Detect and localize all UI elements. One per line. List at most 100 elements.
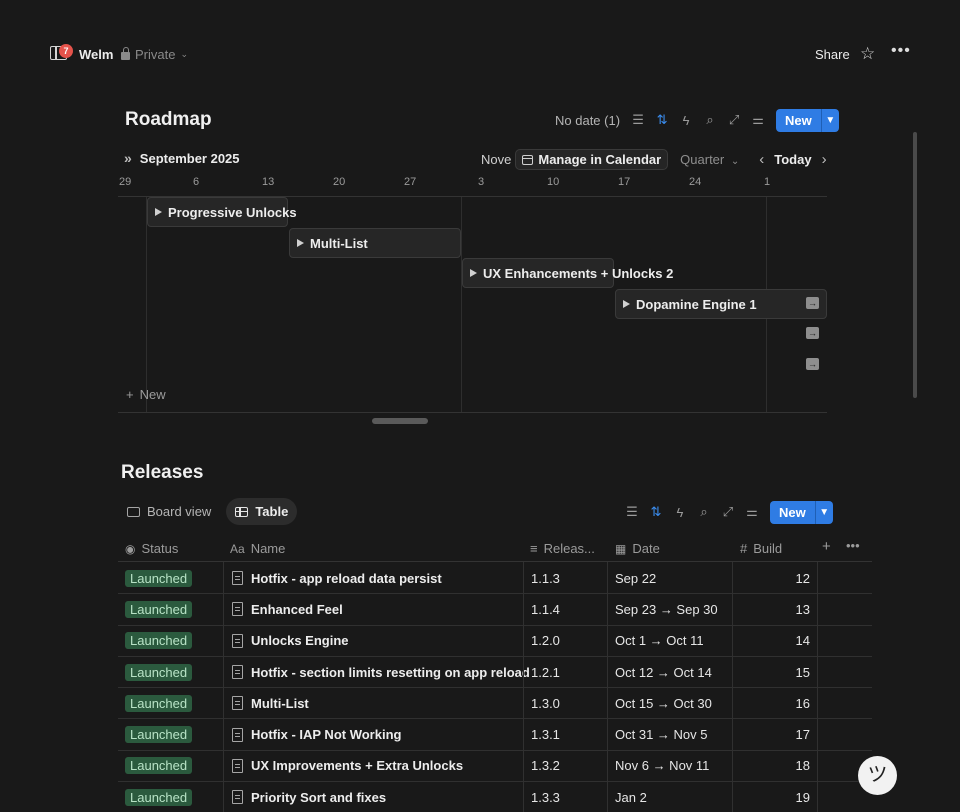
filter-icon[interactable]: ☰ xyxy=(620,500,644,524)
timeline-item-progressive-unlocks[interactable]: Progressive Unlocks xyxy=(147,197,297,227)
status-cell[interactable]: Launched xyxy=(125,626,193,656)
column-header-status[interactable]: ◉ Status xyxy=(125,541,178,556)
page-title[interactable]: Welm xyxy=(79,47,113,62)
timeline-item-multi-list[interactable]: Multi-List xyxy=(289,228,461,258)
date-cell[interactable]: Jan 2 xyxy=(615,782,647,812)
release-cell[interactable]: 1.2.0 xyxy=(531,626,560,656)
horizontal-scrollbar[interactable] xyxy=(372,418,428,424)
table-row[interactable]: Launched Enhanced Feel 1.1.4 Sep 23 → Sep 3… xyxy=(118,594,872,626)
automation-icon[interactable]: ϟ xyxy=(668,500,692,524)
timeline-range-select[interactable]: Quarter ⌄ xyxy=(680,152,739,167)
release-cell[interactable]: 1.3.3 xyxy=(531,782,560,812)
date-cell[interactable]: Oct 12 → Oct 14 xyxy=(615,657,712,687)
expand-icon[interactable]: ⤢ xyxy=(722,108,746,132)
sort-icon[interactable]: ⇅ xyxy=(644,500,668,524)
star-icon[interactable]: ☆ xyxy=(860,44,875,64)
name-cell[interactable]: Unlocks Engine xyxy=(232,626,349,656)
timeline-item-dopamine-engine[interactable]: Dopamine Engine 1 xyxy=(615,289,827,319)
status-cell[interactable]: Launched xyxy=(125,720,193,750)
releases-new-button[interactable]: New ▼ xyxy=(770,500,833,524)
scroll-to-item-arrow-icon[interactable]: → xyxy=(806,297,819,309)
name-cell[interactable]: Hotfix - section limits resetting on app… xyxy=(232,657,530,687)
scroll-to-item-arrow-icon[interactable]: → xyxy=(806,358,819,370)
date-cell[interactable]: Sep 23 → Sep 30 xyxy=(615,594,718,624)
date-cell[interactable]: Oct 31 → Nov 5 xyxy=(615,720,707,750)
status-cell[interactable]: Launched xyxy=(125,751,193,781)
share-button[interactable]: Share xyxy=(815,47,850,62)
collapse-double-chevron-icon[interactable]: » xyxy=(124,150,132,166)
status-cell[interactable]: Launched xyxy=(125,563,193,593)
status-cell[interactable]: Launched xyxy=(125,688,193,718)
tab-table[interactable]: Table xyxy=(226,498,298,525)
table-row[interactable]: Launched Hotfix - app reload data persist… xyxy=(118,563,872,595)
tab-board-view[interactable]: Board view xyxy=(118,498,220,525)
release-cell[interactable]: 1.3.1 xyxy=(531,720,560,750)
build-cell[interactable]: 19 xyxy=(738,782,810,812)
table-row[interactable]: Launched Priority Sort and fixes 1.3.3 Jan … xyxy=(118,782,872,812)
column-more-options-icon[interactable]: ••• xyxy=(846,538,860,553)
name-cell[interactable]: Hotfix - app reload data persist xyxy=(232,563,442,593)
filter-icon[interactable]: ☰ xyxy=(626,108,650,132)
column-header-date[interactable]: ▦ Date xyxy=(615,541,660,556)
chevron-left-icon[interactable]: ‹ xyxy=(759,151,764,168)
expand-icon[interactable]: ⤢ xyxy=(716,500,740,524)
vertical-scrollbar[interactable] xyxy=(913,132,917,398)
name-cell[interactable]: Multi-List xyxy=(232,688,309,718)
timeline-add-new-button[interactable]: + New xyxy=(126,387,166,402)
name-cell[interactable]: UX Improvements + Extra Unlocks xyxy=(232,751,463,781)
build-cell[interactable]: 14 xyxy=(738,626,810,656)
release-cell[interactable]: 1.1.3 xyxy=(531,563,560,593)
expand-triangle-icon[interactable] xyxy=(155,208,162,216)
release-cell[interactable]: 1.2.1 xyxy=(531,657,560,687)
build-cell[interactable]: 16 xyxy=(738,688,810,718)
table-row[interactable]: Launched Unlocks Engine 1.2.0 Oct 1 → Oct 1… xyxy=(118,626,872,657)
date-cell[interactable]: Oct 15 → Oct 30 xyxy=(615,688,712,718)
sort-icon[interactable]: ⇅ xyxy=(650,108,674,132)
status-cell[interactable]: Launched xyxy=(125,657,193,687)
today-button[interactable]: Today xyxy=(774,152,811,167)
table-row[interactable]: Launched UX Improvements + Extra Unlocks 1… xyxy=(118,751,872,783)
build-cell[interactable]: 17 xyxy=(738,720,810,750)
ai-assistant-button[interactable]: ツ xyxy=(858,756,897,795)
expand-triangle-icon[interactable] xyxy=(623,300,630,308)
date-cell[interactable]: Nov 6 → Nov 11 xyxy=(615,751,709,781)
release-cell[interactable]: 1.1.4 xyxy=(531,594,560,624)
scroll-to-item-arrow-icon[interactable]: → xyxy=(806,327,819,339)
column-header-release[interactable]: ≡ Releas... xyxy=(530,541,595,556)
status-cell[interactable]: Launched xyxy=(125,782,193,812)
date-cell[interactable]: Oct 1 → Oct 11 xyxy=(615,626,704,656)
release-cell[interactable]: 1.3.0 xyxy=(531,688,560,718)
build-cell[interactable]: 13 xyxy=(738,594,810,624)
column-header-name[interactable]: Aa Name xyxy=(230,541,285,556)
settings-sliders-icon[interactable]: ⚌ xyxy=(746,108,770,132)
settings-sliders-icon[interactable]: ⚌ xyxy=(740,500,764,524)
add-column-plus-icon[interactable]: + xyxy=(822,538,831,555)
name-cell[interactable]: Enhanced Feel xyxy=(232,594,343,624)
status-cell[interactable]: Launched xyxy=(125,594,193,624)
manage-in-calendar-button[interactable]: Manage in Calendar xyxy=(515,149,669,170)
build-cell[interactable]: 18 xyxy=(738,751,810,781)
roadmap-new-button[interactable]: New ▼ xyxy=(776,108,839,132)
build-cell[interactable]: 15 xyxy=(738,657,810,687)
automation-icon[interactable]: ϟ xyxy=(674,108,698,132)
expand-triangle-icon[interactable] xyxy=(470,269,477,277)
table-row[interactable]: Launched Multi-List 1.3.0 Oct 15 → Oct 30 16 xyxy=(118,688,872,720)
table-row[interactable]: Launched Hotfix - section limits resettin… xyxy=(118,657,872,689)
expand-triangle-icon[interactable] xyxy=(297,239,304,247)
table-row[interactable]: Launched Hotfix - IAP Not Working 1.3.1 Oct… xyxy=(118,720,872,751)
timeline-item-ux-enhancements[interactable]: UX Enhancements + Unlocks 2 xyxy=(462,258,673,288)
chevron-right-icon[interactable]: › xyxy=(822,151,827,168)
date-cell[interactable]: Sep 22 xyxy=(615,563,656,593)
more-options-icon[interactable]: ••• xyxy=(891,42,911,60)
chevron-down-icon[interactable]: ▼ xyxy=(814,500,833,524)
chevron-down-icon[interactable]: ▼ xyxy=(820,108,839,132)
privacy-selector[interactable]: Private ⌄ xyxy=(121,47,188,62)
column-header-build[interactable]: # Build xyxy=(740,541,782,556)
build-cell[interactable]: 12 xyxy=(738,563,810,593)
release-cell[interactable]: 1.3.2 xyxy=(531,751,560,781)
name-cell[interactable]: Priority Sort and fixes xyxy=(232,782,386,812)
no-date-button[interactable]: No date (1) xyxy=(555,113,620,128)
search-icon[interactable]: ⌕ xyxy=(698,108,722,132)
name-cell[interactable]: Hotfix - IAP Not Working xyxy=(232,720,401,750)
search-icon[interactable]: ⌕ xyxy=(692,500,716,524)
